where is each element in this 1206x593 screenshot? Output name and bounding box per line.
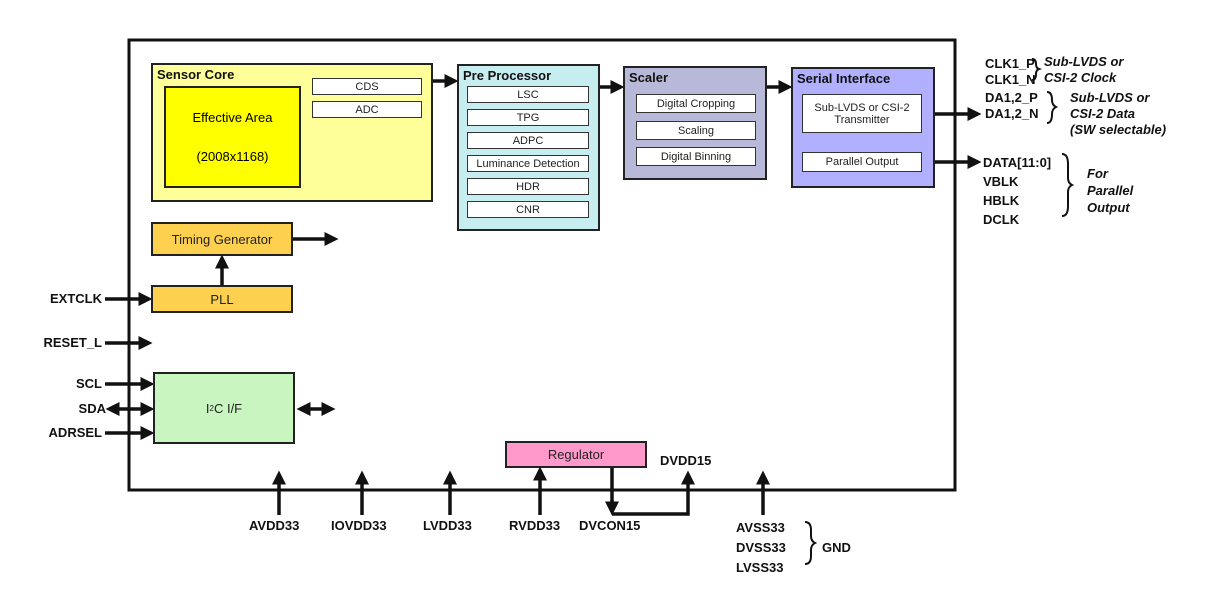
pin-avdd33: AVDD33 [249,518,300,533]
pre-item-hdr: HDR [467,178,589,195]
brace-parallel [1061,153,1075,217]
parallel-desc-1: For [1087,166,1108,181]
pin-scl: SCL [76,376,102,391]
pin-dclk: DCLK [983,212,1020,227]
sensor-core-title: Sensor Core [157,67,235,82]
i2c-block: I2C I/F [153,372,295,444]
pin-dvdd15: DVDD15 [660,453,712,468]
pin-clk1-n: CLK1_N [985,72,1036,87]
pll-block: PLL [151,285,293,313]
parallel-desc-3: Output [1087,200,1130,215]
pin-da12-n: DA1,2_N [985,106,1039,121]
pin-reset-l: RESET_L [43,335,102,350]
pre-item-lsc: LSC [467,86,589,103]
pin-avss33: AVSS33 [736,520,785,535]
pin-da12-p: DA1,2_P [985,90,1038,105]
pre-item-tpg: TPG [467,109,589,126]
scaler-item-binning: Digital Binning [636,147,756,166]
scaler-item-cropping: Digital Cropping [636,94,756,113]
pin-clk1-p: CLK1_P [985,56,1035,71]
clk-desc-1: Sub-LVDS or [1044,54,1124,69]
brace-gnd [804,521,818,565]
data-desc-3: (SW selectable) [1070,122,1167,137]
pre-item-luminance: Luminance Detection [467,155,589,172]
regulator-block: Regulator [505,441,647,468]
brace-data [1046,91,1059,124]
gnd-label: GND [822,540,851,555]
pin-adrsel: ADRSEL [48,425,102,440]
cds-block: CDS [312,78,422,95]
block-diagram: Sensor Core Effective Area (2008x1168) C… [0,0,1206,593]
serial-interface-title: Serial Interface [797,71,891,86]
pin-lvss33: LVSS33 [736,560,784,575]
pre-item-adpc: ADPC [467,132,589,149]
scaler-title: Scaler [629,70,669,85]
data-desc-1: Sub-LVDS or [1070,90,1150,105]
effective-area-block: Effective Area (2008x1168) [164,86,301,188]
arrow-dvdd15 [612,470,695,516]
scaler-item-scaling: Scaling [636,121,756,140]
pin-data: DATA[11:0] [983,155,1052,170]
clk-desc-2: CSI-2 Clock [1044,70,1117,85]
effective-area-label: Effective Area [192,110,273,125]
effective-area-resolution: (2008x1168) [196,149,269,164]
pin-dvcon15: DVCON15 [579,518,641,533]
pin-hblk: HBLK [983,193,1020,208]
transmitter-block: Sub-LVDS or CSI-2 Transmitter [802,94,922,133]
pin-dvss33: DVSS33 [736,540,786,555]
pin-extclk: EXTCLK [50,291,102,306]
pin-vblk: VBLK [983,174,1019,189]
data-desc-2: CSI-2 Data [1070,106,1136,121]
pin-sda: SDA [78,401,106,416]
pre-item-cnr: CNR [467,201,589,218]
pin-lvdd33: LVDD33 [423,518,472,533]
timing-generator-block: Timing Generator [151,222,293,256]
parallel-desc-2: Parallel [1087,183,1134,198]
adc-block: ADC [312,101,422,118]
i2c-label-rest: C I/F [213,400,243,416]
pin-rvdd33: RVDD33 [509,518,561,533]
pin-iovdd33: IOVDD33 [331,518,387,533]
pre-processor-title: Pre Processor [463,68,552,83]
parallel-output-block: Parallel Output [802,152,922,172]
